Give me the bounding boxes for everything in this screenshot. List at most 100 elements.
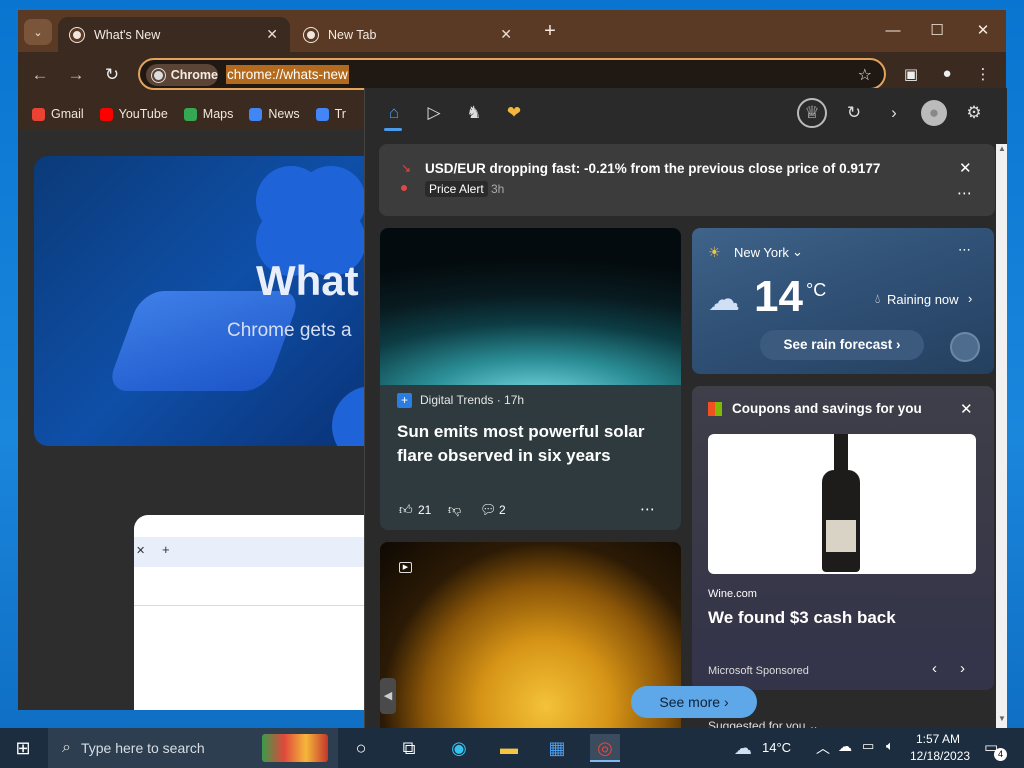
side-panel-icon[interactable]: ▣ bbox=[900, 65, 922, 87]
onedrive-icon[interactable]: ☁ bbox=[838, 738, 852, 755]
reload-button[interactable]: ↻ bbox=[100, 63, 124, 87]
solar-image bbox=[380, 228, 681, 385]
cortana-icon[interactable]: ○ bbox=[346, 734, 376, 762]
weather-temperature: 14 bbox=[754, 272, 803, 321]
forward-button[interactable]: → bbox=[64, 63, 88, 87]
scroll-up-icon[interactable]: ▲ bbox=[998, 144, 1006, 153]
tab-whats-new[interactable]: What's New ✕ bbox=[58, 17, 290, 52]
weather-map-icon[interactable] bbox=[950, 332, 980, 362]
tab-label: What's New bbox=[94, 27, 161, 42]
suggested-for-you[interactable]: Suggested for you ⌄ bbox=[708, 719, 819, 728]
coupon-headline[interactable]: We found $3 cash back bbox=[708, 608, 896, 628]
chrome-icon bbox=[70, 27, 84, 42]
weather-location[interactable]: New York bbox=[734, 245, 789, 260]
taskbar-temperature[interactable]: 14°C bbox=[762, 740, 791, 755]
news-card[interactable]: + Digital Trends · 17h Sun emits most po… bbox=[380, 228, 681, 530]
volume-muted-icon[interactable]: 🔈︎ bbox=[886, 738, 894, 754]
more-options-icon[interactable]: ⋯ bbox=[958, 242, 971, 258]
youtube-icon bbox=[99, 107, 113, 121]
bookmark-gmail[interactable]: Gmail bbox=[32, 107, 84, 121]
clock-time[interactable]: 1:57 AM bbox=[916, 732, 960, 746]
chevron-right-icon[interactable]: › bbox=[881, 100, 907, 126]
close-icon[interactable]: ✕ bbox=[960, 400, 973, 418]
see-more-button[interactable]: See more › bbox=[631, 686, 757, 718]
chevron-left-icon[interactable]: ‹ bbox=[932, 660, 937, 677]
heart-hands-icon[interactable]: ❤ bbox=[501, 100, 527, 126]
scroll-left-handle[interactable]: ◀ bbox=[380, 678, 396, 714]
chrome-taskbar-icon[interactable]: ◎ bbox=[590, 734, 620, 762]
chip-label: Chrome bbox=[170, 68, 218, 82]
chevron-right-icon: › bbox=[968, 291, 973, 306]
coupon-source[interactable]: Wine.com bbox=[708, 588, 757, 600]
widgets-header: ⌂ ▷ ♞ ❤ ♕ ↻ › ● ⚙ bbox=[365, 88, 1007, 140]
omnibox[interactable]: Chrome chrome://whats-new ☆ bbox=[138, 58, 886, 90]
wine-bottle-image[interactable] bbox=[708, 434, 976, 574]
hero-title: What bbox=[256, 257, 359, 304]
show-hidden-icons[interactable]: ︿ bbox=[816, 738, 830, 758]
bookmark-label: News bbox=[268, 107, 300, 121]
settings-gear-icon[interactable]: ⚙ bbox=[961, 100, 987, 126]
chevron-down-icon[interactable]: ⌄ bbox=[792, 244, 803, 260]
close-icon[interactable]: ✕ bbox=[959, 159, 972, 177]
gifts-highlight-icon[interactable] bbox=[262, 734, 328, 762]
rewards-icon[interactable]: ♕ bbox=[797, 98, 827, 128]
games-icon[interactable]: ♞ bbox=[461, 100, 487, 126]
partly-cloudy-icon: ☀ bbox=[708, 244, 721, 260]
tab-search-button[interactable]: ⌄ bbox=[24, 19, 52, 45]
weather-unit[interactable]: °C bbox=[806, 280, 826, 301]
clock-date[interactable]: 12/18/2023 bbox=[910, 749, 970, 763]
bookmark-maps[interactable]: Maps bbox=[183, 107, 233, 121]
chevron-right-icon[interactable]: › bbox=[960, 660, 965, 677]
close-tab-icon[interactable]: ✕ bbox=[266, 26, 278, 43]
video-icon[interactable]: ▷ bbox=[421, 100, 447, 126]
profile-icon[interactable]: ● bbox=[936, 65, 958, 87]
bookmark-translate[interactable]: Tr bbox=[315, 107, 346, 121]
scroll-down-icon[interactable]: ▼ bbox=[998, 714, 1006, 723]
bookmark-news[interactable]: News bbox=[249, 107, 300, 121]
dislike-icon[interactable]: 👎︎ bbox=[448, 502, 461, 518]
more-options-icon[interactable]: ⋯ bbox=[640, 500, 655, 518]
file-explorer-icon[interactable]: ▬ bbox=[494, 734, 524, 762]
windows-start-icon[interactable]: ⊞ bbox=[8, 734, 38, 762]
microsoft-icon bbox=[708, 402, 722, 416]
site-chip[interactable]: Chrome bbox=[146, 64, 218, 86]
see-more-label: See more bbox=[659, 694, 721, 710]
taskbar-search[interactable]: ⌕ Type here to search bbox=[48, 728, 338, 768]
url-text[interactable]: chrome://whats-new bbox=[226, 65, 349, 84]
see-rain-forecast-button[interactable]: See rain forecast › bbox=[760, 330, 924, 360]
bookmark-youtube[interactable]: YouTube bbox=[99, 107, 168, 121]
close-window-button[interactable]: ✕ bbox=[960, 18, 1006, 44]
coupons-title: Coupons and savings for you bbox=[732, 401, 922, 416]
news-source[interactable]: Digital Trends · 17h bbox=[420, 393, 524, 407]
minimize-button[interactable]: — bbox=[870, 18, 916, 44]
refresh-icon[interactable]: ↻ bbox=[841, 100, 867, 126]
price-alert-card[interactable]: ↘ USD/EUR dropping fast: -0.21% from the… bbox=[379, 144, 995, 216]
bookmark-star-icon[interactable]: ☆ bbox=[858, 65, 872, 85]
close-tab-icon[interactable]: ✕ bbox=[500, 26, 512, 43]
weather-condition[interactable]: Raining now bbox=[887, 292, 959, 307]
coupons-card[interactable]: Coupons and savings for you ✕ Wine.com W… bbox=[692, 386, 994, 690]
forecast-label: See rain forecast bbox=[783, 337, 893, 352]
widgets-scrollbar[interactable]: ▲ ▼ bbox=[996, 144, 1007, 728]
tab-new-tab[interactable]: New Tab ✕ bbox=[292, 17, 524, 52]
back-button[interactable]: ← bbox=[28, 63, 52, 87]
network-icon[interactable]: ▭ bbox=[862, 738, 874, 754]
weather-taskbar-icon[interactable]: ☁ bbox=[728, 734, 758, 762]
maximize-button[interactable]: ☐ bbox=[914, 18, 960, 44]
task-view-icon[interactable]: ⧉ bbox=[394, 734, 424, 762]
weather-card[interactable]: ☀ New York ⌄ ⋯ ☁ 14 °C 💧︎ Raining now › … bbox=[692, 228, 994, 374]
more-options-icon[interactable]: ⋯ bbox=[957, 184, 972, 202]
menu-icon[interactable]: ⋮ bbox=[972, 65, 994, 87]
bookmark-label: Gmail bbox=[51, 107, 84, 121]
comment-icon[interactable]: 💬︎ bbox=[480, 502, 497, 518]
news-headline[interactable]: Sun emits most powerful solar flare obse… bbox=[397, 420, 667, 468]
alert-tag: Price Alert bbox=[425, 181, 488, 197]
active-indicator bbox=[384, 128, 402, 131]
new-tab-button[interactable]: + bbox=[538, 20, 562, 44]
like-icon[interactable]: 👍︎ bbox=[399, 502, 413, 518]
avatar[interactable]: ● bbox=[921, 100, 947, 126]
home-icon[interactable]: ⌂ bbox=[381, 100, 407, 126]
status-dot bbox=[401, 185, 407, 191]
store-icon[interactable]: ▦ bbox=[542, 734, 572, 762]
edge-icon[interactable]: ◉ bbox=[444, 734, 474, 762]
